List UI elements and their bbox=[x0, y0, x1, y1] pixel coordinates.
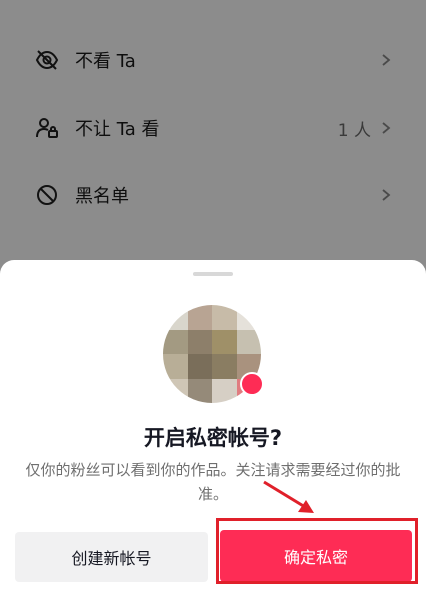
sheet-drag-handle[interactable] bbox=[193, 272, 233, 276]
lock-badge-icon bbox=[240, 372, 264, 396]
sheet-description: 仅你的粉丝可以看到你的作品。关注请求需要经过你的批准。 bbox=[25, 461, 401, 503]
confirm-private-button[interactable]: 确定私密 bbox=[220, 530, 412, 582]
annotation-arrow-icon bbox=[263, 480, 314, 513]
create-new-account-button[interactable]: 创建新帐号 bbox=[15, 532, 208, 582]
private-account-sheet: 开启私密帐号? 仅你的粉丝可以看到你的作品。关注请求需要经过你的批准。 创建新帐… bbox=[0, 260, 426, 595]
sheet-title: 开启私密帐号? bbox=[143, 426, 283, 450]
